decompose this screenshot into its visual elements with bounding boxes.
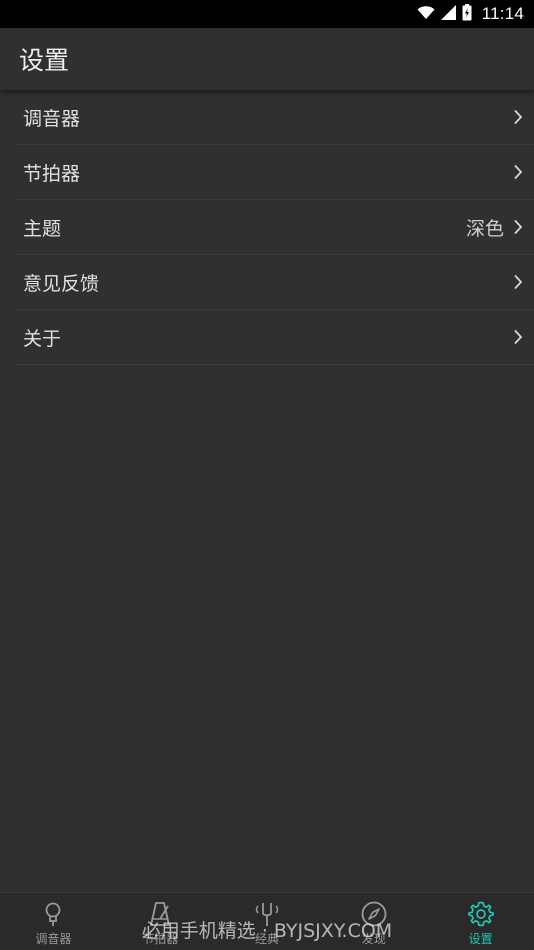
page-title: 设置: [19, 46, 70, 75]
nav-label: 调音器: [35, 932, 72, 946]
chevron-right-icon: [512, 163, 524, 181]
settings-item-metronome[interactable]: 节拍器: [15, 145, 534, 200]
signal-icon: [440, 4, 456, 24]
settings-item-theme[interactable]: 主题 深色: [15, 200, 534, 255]
settings-item-label: 意见反馈: [23, 272, 100, 295]
chevron-right-icon: [512, 218, 524, 236]
settings-item-feedback[interactable]: 意见反馈: [15, 255, 534, 310]
nav-item-tuner[interactable]: 调音器: [0, 893, 107, 950]
settings-item-label: 节拍器: [23, 162, 81, 185]
bottom-nav: 调音器 节拍器 经典 发现 设置: [0, 892, 534, 950]
chevron-right-icon: [512, 328, 524, 346]
nav-item-discover[interactable]: 发现: [320, 893, 427, 950]
settings-item-label: 主题: [23, 217, 62, 240]
gear-icon: [467, 900, 495, 928]
metronome-icon: [146, 900, 174, 928]
status-icons: 11:14: [417, 3, 524, 25]
nav-label: 发现: [361, 932, 386, 946]
app-bar: 设置: [0, 28, 534, 90]
nav-item-settings[interactable]: 设置: [427, 893, 534, 950]
nav-item-classic[interactable]: 经典: [214, 893, 321, 950]
tuner-icon: [39, 900, 67, 928]
battery-icon: [462, 3, 472, 25]
chevron-right-icon: [512, 108, 524, 126]
status-bar: 11:14: [0, 0, 534, 28]
settings-item-label: 调音器: [23, 107, 81, 130]
nav-label: 设置: [468, 932, 493, 946]
settings-list: 调音器 节拍器 主题 深色 意见反馈 关于: [15, 90, 534, 365]
chevron-right-icon: [512, 273, 524, 291]
compass-icon: [360, 900, 388, 928]
tuning-fork-icon: [253, 900, 281, 928]
nav-item-metronome[interactable]: 节拍器: [107, 893, 214, 950]
nav-label: 节拍器: [142, 932, 179, 946]
status-time: 11:14: [481, 4, 524, 23]
settings-item-tuner[interactable]: 调音器: [15, 90, 534, 145]
theme-value: 深色: [465, 217, 504, 240]
wifi-icon: [417, 5, 435, 24]
nav-label: 经典: [254, 932, 279, 946]
settings-item-label: 关于: [23, 327, 62, 350]
settings-item-about[interactable]: 关于: [15, 310, 534, 365]
